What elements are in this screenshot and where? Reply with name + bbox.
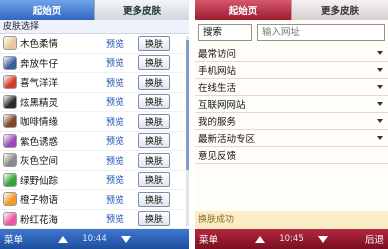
clock: 10:44	[82, 234, 107, 244]
back-softkey[interactable]: 后退	[348, 232, 388, 246]
clock: 10:45	[279, 234, 304, 244]
skin-row[interactable]: 奔放牛仔 预览 换肤	[0, 54, 189, 73]
preview-link[interactable]: 预览	[106, 56, 134, 69]
dropdown-arrow-icon	[377, 85, 383, 89]
dropdown-arrow-icon	[377, 68, 383, 72]
dropdown-arrow-icon	[377, 102, 383, 106]
menu-item-label: 最新活动专区	[198, 134, 256, 145]
preview-link[interactable]: 预览	[106, 212, 134, 225]
skin-row[interactable]: 喜气洋洋 预览 换肤	[0, 73, 189, 93]
skin-row[interactable]: 灰色空间 预览 换肤	[0, 151, 189, 171]
preview-link[interactable]: 预览	[106, 76, 134, 89]
skin-name: 粉红花海	[20, 214, 59, 226]
skin-name: 喜气洋洋	[20, 78, 59, 90]
preview-link[interactable]: 预览	[106, 154, 134, 167]
change-skin-button[interactable]: 换肤	[138, 211, 170, 227]
scroll-down-icon[interactable]	[317, 235, 328, 243]
menu-item-online-life[interactable]: 在线生活	[195, 79, 388, 96]
tab-home[interactable]: 起始页	[0, 0, 94, 20]
change-skin-button[interactable]: 换肤	[138, 133, 170, 149]
menu-item-label: 互联网网站	[198, 100, 246, 111]
scroll-down-icon[interactable]	[120, 235, 131, 243]
tab-bar: 起始页 更多皮肤	[195, 0, 388, 20]
skin-name: 灰色空间	[20, 156, 59, 168]
menu-item-label: 我的服务	[198, 117, 237, 128]
skin-selection-screen: 起始页 更多皮肤 皮肤选择 木色柔情 预览 换肤 奔放牛仔 预览 换肤 喜气洋洋…	[0, 0, 189, 249]
change-skin-button[interactable]: 换肤	[138, 172, 170, 188]
skin-thumbnail-icon	[3, 172, 17, 187]
tab-more-skins[interactable]: 更多皮肤	[94, 0, 189, 20]
skin-row[interactable]: 绿野仙踪 预览 换肤	[0, 171, 189, 190]
skin-list: 木色柔情 预览 换肤 奔放牛仔 预览 换肤 喜气洋洋 预览 换肤 炫黑精灵 预览…	[0, 34, 189, 229]
dropdown-arrow-icon	[377, 136, 383, 140]
preview-link[interactable]: 预览	[106, 37, 134, 50]
dropdown-arrow-icon	[377, 51, 383, 55]
menu-softkey[interactable]: 菜单	[0, 232, 40, 246]
skin-name: 奔放牛仔	[20, 58, 59, 70]
skin-thumbnail-icon	[3, 133, 17, 148]
preview-link[interactable]: 预览	[106, 173, 134, 186]
tab-bar: 起始页 更多皮肤	[0, 0, 189, 20]
skin-thumbnail-icon	[3, 75, 17, 90]
menu-softkey[interactable]: 菜单	[195, 232, 235, 246]
scroll-up-icon[interactable]	[58, 235, 69, 243]
search-row: 搜索	[198, 24, 385, 43]
skin-name: 木色柔情	[20, 39, 59, 51]
skin-row[interactable]: 紫色诱惑 预览 换肤	[0, 132, 189, 151]
change-skin-button[interactable]: 换肤	[138, 74, 170, 90]
preview-link[interactable]: 预览	[106, 134, 134, 147]
change-skin-button[interactable]: 换肤	[138, 94, 170, 110]
skin-name: 紫色诱惑	[20, 136, 59, 148]
menu-item-label: 手机网站	[198, 66, 237, 77]
skin-name: 橙子物语	[20, 195, 59, 207]
menu-item-my-services[interactable]: 我的服务	[195, 113, 388, 130]
status-message: 换肤成功	[195, 211, 388, 229]
change-skin-button[interactable]: 换肤	[138, 55, 170, 71]
skin-row[interactable]: 橙子物语 预览 换肤	[0, 190, 189, 210]
softkey-bar: 菜单 10:44	[0, 229, 189, 249]
skin-row[interactable]: 粉红花海 预览 换肤	[0, 210, 189, 229]
softkey-bar: 菜单 10:45 后退	[195, 229, 388, 249]
scroll-up-icon[interactable]	[255, 235, 266, 243]
preview-link[interactable]: 预览	[106, 115, 134, 128]
skin-thumbnail-icon	[3, 94, 17, 109]
skin-thumbnail-icon	[3, 153, 17, 168]
search-button[interactable]: 搜索	[198, 24, 252, 41]
skin-thumbnail-icon	[3, 114, 17, 129]
menu-item-most-visited[interactable]: 最常访问	[195, 45, 388, 62]
skin-name: 绿野仙踪	[20, 175, 59, 187]
skin-row[interactable]: 炫黑精灵 预览 换肤	[0, 93, 189, 112]
preview-link[interactable]: 预览	[106, 95, 134, 108]
menu-item-internet-sites[interactable]: 互联网网站	[195, 96, 388, 113]
skin-thumbnail-icon	[3, 55, 17, 70]
skin-name: 炫黑精灵	[20, 97, 59, 109]
dropdown-arrow-icon	[377, 119, 383, 123]
softkey-center: 10:44	[40, 234, 149, 244]
skin-thumbnail-icon	[3, 36, 17, 51]
scrollbar-thumb[interactable]	[186, 40, 189, 170]
menu-item-label: 在线生活	[198, 83, 237, 94]
url-input[interactable]	[257, 24, 385, 41]
home-screen: 起始页 更多皮肤 搜索 最常访问 手机网站 在线生活 互联网网站 我的服务 最新…	[195, 0, 388, 249]
change-skin-button[interactable]: 换肤	[138, 113, 170, 129]
skin-row[interactable]: 咖啡情缘 预览 换肤	[0, 112, 189, 132]
skin-thumbnail-icon	[3, 211, 17, 226]
skin-thumbnail-icon	[3, 192, 17, 207]
menu-item-label: 最常访问	[198, 49, 237, 60]
menu-item-label: 意见反馈	[198, 151, 237, 162]
menu-item-latest-events[interactable]: 最新活动专区	[195, 130, 388, 147]
skin-row[interactable]: 木色柔情 预览 换肤	[0, 34, 189, 54]
tab-more-skins[interactable]: 更多皮肤	[291, 0, 388, 20]
change-skin-button[interactable]: 换肤	[138, 152, 170, 168]
tab-home[interactable]: 起始页	[195, 0, 291, 20]
section-title: 皮肤选择	[0, 20, 189, 34]
softkey-center: 10:45	[235, 234, 348, 244]
menu-item-feedback[interactable]: 意见反馈	[195, 147, 388, 164]
change-skin-button[interactable]: 换肤	[138, 191, 170, 207]
menu-item-mobile-sites[interactable]: 手机网站	[195, 62, 388, 79]
skin-name: 咖啡情缘	[20, 117, 59, 129]
change-skin-button[interactable]: 换肤	[138, 35, 170, 51]
preview-link[interactable]: 预览	[106, 193, 134, 206]
menu-list: 最常访问 手机网站 在线生活 互联网网站 我的服务 最新活动专区 意见反馈	[195, 45, 388, 164]
